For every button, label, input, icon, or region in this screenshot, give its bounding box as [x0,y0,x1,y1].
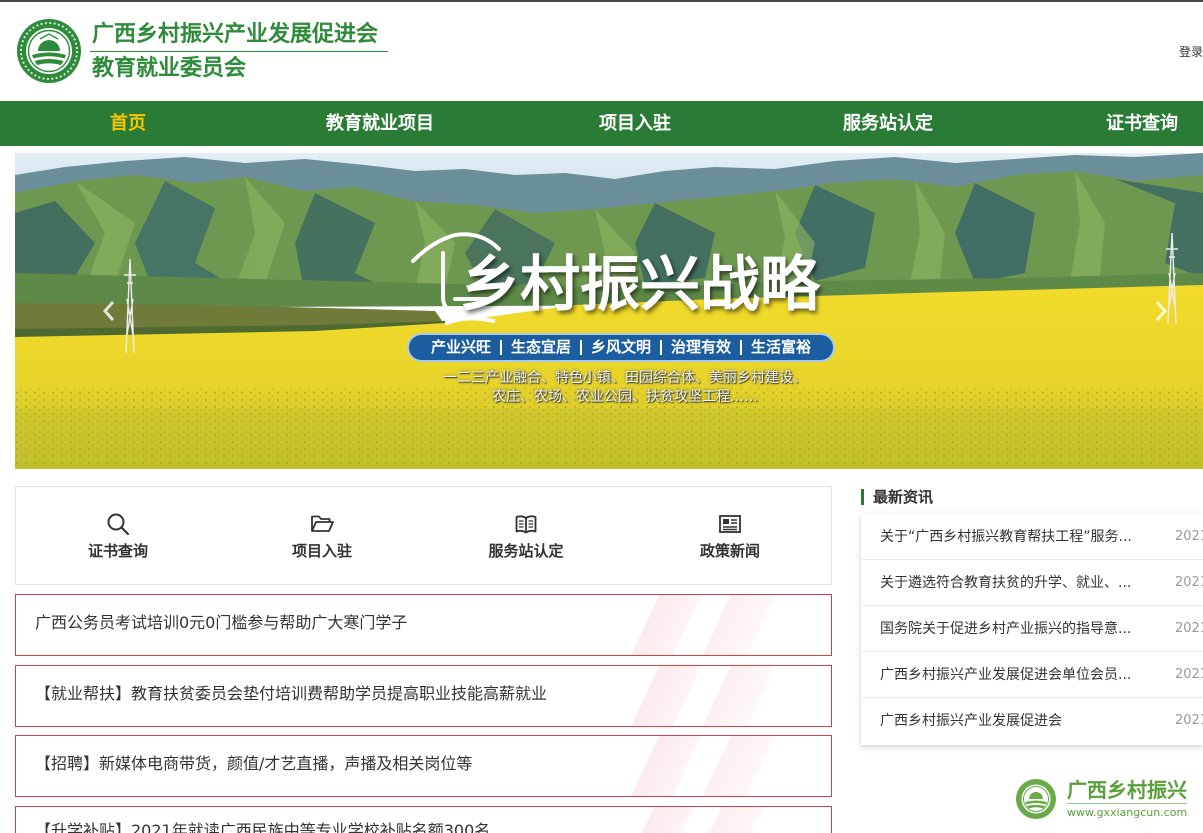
article-title: 【招聘】新媒体电商带货，颜值/才艺直播，声播及相关岗位等 [35,754,473,773]
news-date: 2021 [1175,713,1203,728]
quick-link-label: 项目入驻 [291,542,352,560]
news-title: 关于遴选符合教育扶贫的升学、就业、... [880,575,1132,591]
page: 广西乡村振兴产业发展促进会 教育就业委员会 登录 首页 教育就业项目 项目入驻 … [0,0,1203,833]
quick-link-label: 服务站认定 [488,542,564,560]
folder-open-icon [311,515,334,532]
quick-link-policy-news[interactable]: 政策新闻 [628,487,832,584]
news-date: 2021 [1175,621,1203,636]
site-title-line2: 教育就业委员会 [92,55,247,81]
banner-headline: 乡村振兴战略 [460,250,820,320]
newspaper-icon [719,515,741,533]
article-decor-stripes [561,807,831,833]
article-title: 【就业帮扶】教育扶贫委员会垫付培训费帮助学员提高职业技能高薪就业 [35,684,548,703]
article-decor-stripes [561,595,831,655]
chevron-left-icon[interactable] [101,299,117,323]
watermark-divider [1067,803,1187,804]
banner-slogan: 治理有效 [660,340,740,355]
news-title: 广西乡村振兴产业发展促进会 [880,713,1062,729]
quick-link-station-cert[interactable]: 服务站认定 [424,487,628,584]
news-item[interactable]: 广西乡村振兴产业发展促进会单位会员... 2021 [861,652,1203,698]
site-title-line1: 广西乡村振兴产业发展促进会 [92,21,379,47]
news-date: 2021 [1175,667,1203,682]
nav-item-project-entry[interactable]: 项目入驻 [575,101,695,146]
news-item[interactable]: 国务院关于促进乡村产业振兴的指导意... 2021 [861,606,1203,652]
main-nav: 首页 教育就业项目 项目入驻 服务站认定 证书查询 [0,101,1203,146]
watermark-name: 广西乡村振兴 [1067,778,1187,802]
banner-slogan: 生态宜居 [499,340,580,355]
news-date: 2021 [1175,575,1203,590]
quick-link-label: 政策新闻 [699,542,760,560]
news-date: 2021 [1175,529,1203,544]
banner-slogan: 产业兴旺 [430,338,491,356]
watermark-url: www.gxxiangcun.com [1067,806,1188,819]
article-decor-stripes [561,736,831,796]
news-list: 关于“广西乡村振兴教育帮扶工程”服务... 2021 关于遴选符合教育扶贫的升学… [861,514,1203,745]
watermark-logo-icon [1016,779,1056,819]
article-title: 广西公务员考试培训0元0门槛参与帮助广大寒门学子 [35,613,408,632]
banner-carousel: 乡村振兴战略 产业兴旺 生态宜居 乡风文明 治理有效 生活富裕 一二三产业融合、… [15,153,1203,469]
chevron-right-icon[interactable] [1153,299,1169,323]
news-title: 国务院关于促进乡村产业振兴的指导意... [880,621,1132,637]
nav-item-station-cert[interactable]: 服务站认定 [828,101,948,146]
banner-slogan: 生活富裕 [740,340,820,355]
site-title-divider [90,51,388,52]
quick-links-panel: 证书查询 项目入驻 服务站认定 政策新闻 [15,486,832,585]
news-item[interactable]: 关于“广西乡村振兴教育帮扶工程”服务... 2021 [861,514,1203,560]
news-title: 广西乡村振兴产业发展促进会单位会员... [880,667,1132,683]
banner-slogan: 乡风文明 [579,340,660,355]
banner-subline-2: 农庄、农场、农业公园、扶贫攻坚工程…… [492,389,758,405]
banner-slogan-pill: 产业兴旺 生态宜居 乡风文明 治理有效 生活富裕 [407,333,835,362]
news-heading: 最新资讯 [873,488,934,506]
article-decor-stripes [561,666,831,726]
login-link[interactable]: 登录 [1179,45,1203,59]
news-item[interactable]: 广西乡村振兴产业发展促进会 2021 [861,698,1203,744]
search-icon [107,513,130,536]
article-item[interactable]: 【招聘】新媒体电商带货，颜值/才艺直播，声播及相关岗位等 [15,735,832,797]
nav-item-home[interactable]: 首页 [68,101,188,146]
association-logo-icon [17,19,81,83]
news-item[interactable]: 关于遴选符合教育扶贫的升学、就业、... 2021 [861,560,1203,606]
article-item[interactable]: 广西公务员考试培训0元0门槛参与帮助广大寒门学子 [15,594,832,656]
news-title: 关于“广西乡村振兴教育帮扶工程”服务... [880,529,1132,545]
article-item[interactable]: 【升学补贴】2021年就读广西民族中等专业学校补贴名额300名 [15,806,832,833]
quick-link-label: 证书查询 [87,542,148,560]
news-heading-accent [861,489,864,505]
quick-link-cert-query[interactable]: 证书查询 [16,487,220,584]
site-logo-link[interactable]: 广西乡村振兴产业发展促进会 教育就业委员会 [16,18,396,84]
nav-item-cert-query[interactable]: 证书查询 [1082,101,1202,146]
article-title: 【升学补贴】2021年就读广西民族中等专业学校补贴名额300名 [35,821,491,833]
quick-link-project-entry[interactable]: 项目入驻 [220,487,424,584]
book-open-icon [515,515,537,534]
top-border-line [0,0,1203,2]
article-item[interactable]: 【就业帮扶】教育扶贫委员会垫付培训费帮助学员提高职业技能高薪就业 [15,665,832,727]
nav-item-edu-projects[interactable]: 教育就业项目 [320,101,440,146]
banner-subline-1: 一二三产业融合、特色小镇、田园综合体、美丽乡村建设、 [443,370,807,386]
